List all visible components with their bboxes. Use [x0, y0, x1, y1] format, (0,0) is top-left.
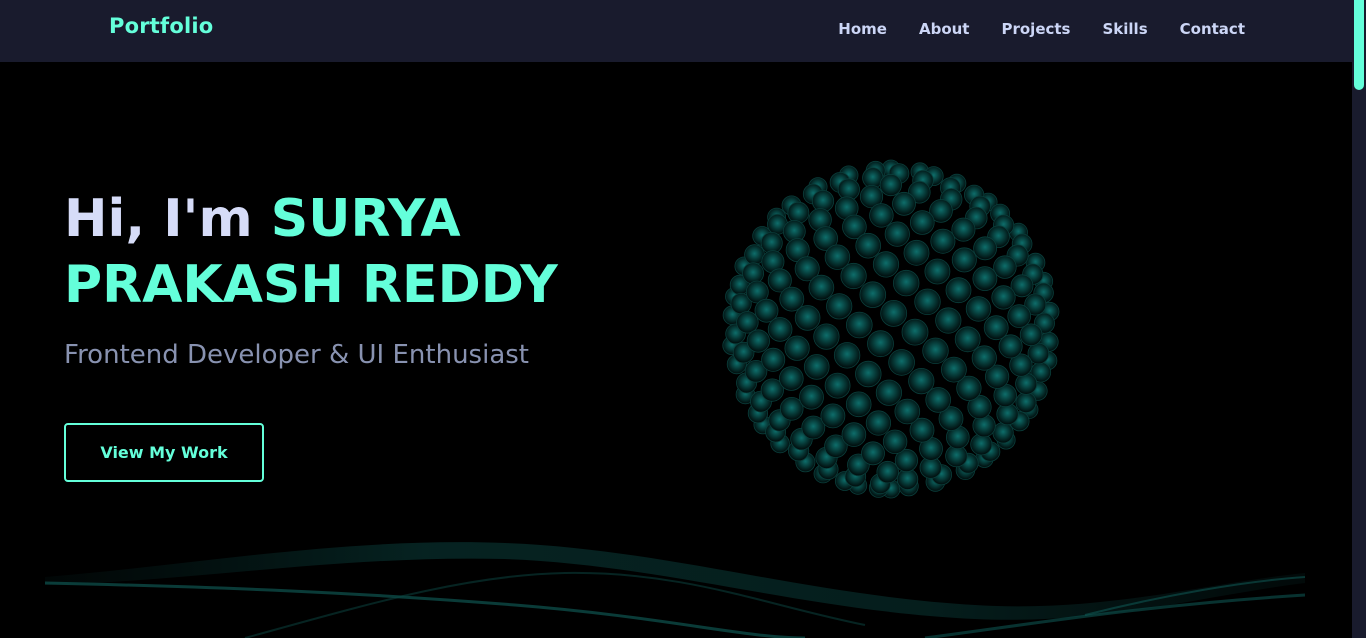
nav-link-skills[interactable]: Skills: [1103, 20, 1148, 38]
sphere-particle: [867, 330, 894, 358]
sphere-particle: [970, 433, 993, 456]
sphere-particle: [993, 255, 1017, 279]
hero-subtitle: Frontend Developer & UI Enthusiast: [64, 340, 529, 370]
nav-item-skills: Skills: [1103, 19, 1148, 38]
nav-item-projects: Projects: [1001, 19, 1070, 38]
sphere-particle: [846, 311, 873, 339]
sphere-particle: [880, 299, 908, 327]
sphere-particle: [794, 305, 821, 331]
view-my-work-button[interactable]: View My Work: [64, 423, 264, 482]
sphere-particle: [869, 203, 894, 228]
navbar: Portfolio Home About Projects Skills Con…: [0, 0, 1352, 62]
sphere-particle: [876, 460, 899, 484]
sphere-particle: [945, 277, 972, 304]
sphere-particle: [892, 269, 920, 297]
sphere-particle: [833, 342, 861, 369]
sphere-particle: [820, 403, 846, 429]
scrollbar-thumb[interactable]: [1354, 0, 1364, 90]
sphere-particle: [971, 345, 997, 371]
sphere-particle: [784, 335, 810, 361]
sphere-particle: [808, 274, 835, 301]
sphere-particle: [855, 232, 882, 259]
sphere-particle: [840, 262, 867, 290]
sphere-particle: [861, 441, 885, 466]
sphere-particle: [951, 247, 977, 273]
sphere-particle: [973, 236, 998, 261]
sphere-particle: [787, 201, 810, 224]
nav-item-about: About: [919, 19, 970, 38]
sphere-particle: [972, 266, 998, 291]
sphere-particle: [882, 429, 908, 455]
nav-links: Home About Projects Skills Contact: [838, 19, 1245, 38]
particle-wave-graphic: [45, 535, 1305, 638]
sphere-particle: [1007, 304, 1032, 328]
sphere-particle: [779, 366, 804, 391]
sphere-particle: [841, 422, 867, 447]
sphere-particle: [910, 210, 935, 235]
sphere-particle: [1019, 323, 1043, 347]
sphere-particle: [803, 354, 830, 380]
sphere-particle: [879, 173, 902, 197]
sphere-particle: [935, 307, 962, 334]
particle-wave-svg: [45, 542, 1305, 638]
sphere-particle: [884, 221, 910, 247]
logo-link[interactable]: Portfolio: [109, 14, 213, 38]
sphere-particle: [940, 356, 967, 383]
particle-sphere-svg: [722, 159, 1060, 499]
nav-link-projects[interactable]: Projects: [1001, 20, 1070, 38]
sphere-particle: [875, 379, 902, 406]
sphere-particle: [799, 384, 824, 410]
sphere-particle: [742, 262, 764, 285]
sphere-particle: [965, 296, 992, 322]
sphere-particle: [865, 410, 891, 436]
sphere-particle: [914, 288, 941, 316]
sphere-particle: [983, 315, 1009, 341]
scrollbar-track[interactable]: [1352, 0, 1366, 638]
sphere-particle: [824, 372, 851, 399]
nav-link-home[interactable]: Home: [838, 20, 887, 38]
sphere-particle: [888, 349, 915, 376]
sphere-particle: [826, 293, 853, 320]
nav-link-about[interactable]: About: [919, 20, 970, 38]
sphere-particle: [845, 391, 872, 418]
hero-title: Hi, I'm SURYA PRAKASH REDDY: [64, 186, 664, 318]
sphere-particle: [855, 360, 882, 388]
sphere-particle: [991, 285, 1016, 310]
sphere-particle: [922, 337, 949, 365]
sphere-particle: [859, 281, 887, 308]
sphere-particle: [901, 318, 929, 346]
sphere-particle: [954, 326, 981, 353]
sphere-particle: [761, 347, 786, 372]
sphere-particle: [924, 258, 951, 285]
nav-item-home: Home: [838, 19, 887, 38]
nav-item-contact: Contact: [1180, 19, 1245, 38]
sphere-particle: [951, 217, 976, 242]
sphere-particle: [872, 251, 900, 278]
nav-link-contact[interactable]: Contact: [1180, 20, 1245, 38]
particle-sphere-graphic: [716, 154, 1066, 504]
sphere-particle: [813, 323, 840, 350]
sphere-particle: [736, 311, 759, 334]
sphere-particle: [992, 422, 1014, 444]
sphere-particle: [746, 329, 770, 353]
sphere-particle: [903, 239, 930, 266]
sphere-particle: [1015, 391, 1037, 413]
hero-greeting: Hi, I'm: [64, 189, 271, 249]
sphere-particle: [894, 398, 921, 425]
sphere-particle: [930, 228, 956, 254]
sphere-particle: [908, 368, 935, 395]
sphere-particle: [767, 317, 793, 342]
sphere-particle: [892, 191, 916, 216]
